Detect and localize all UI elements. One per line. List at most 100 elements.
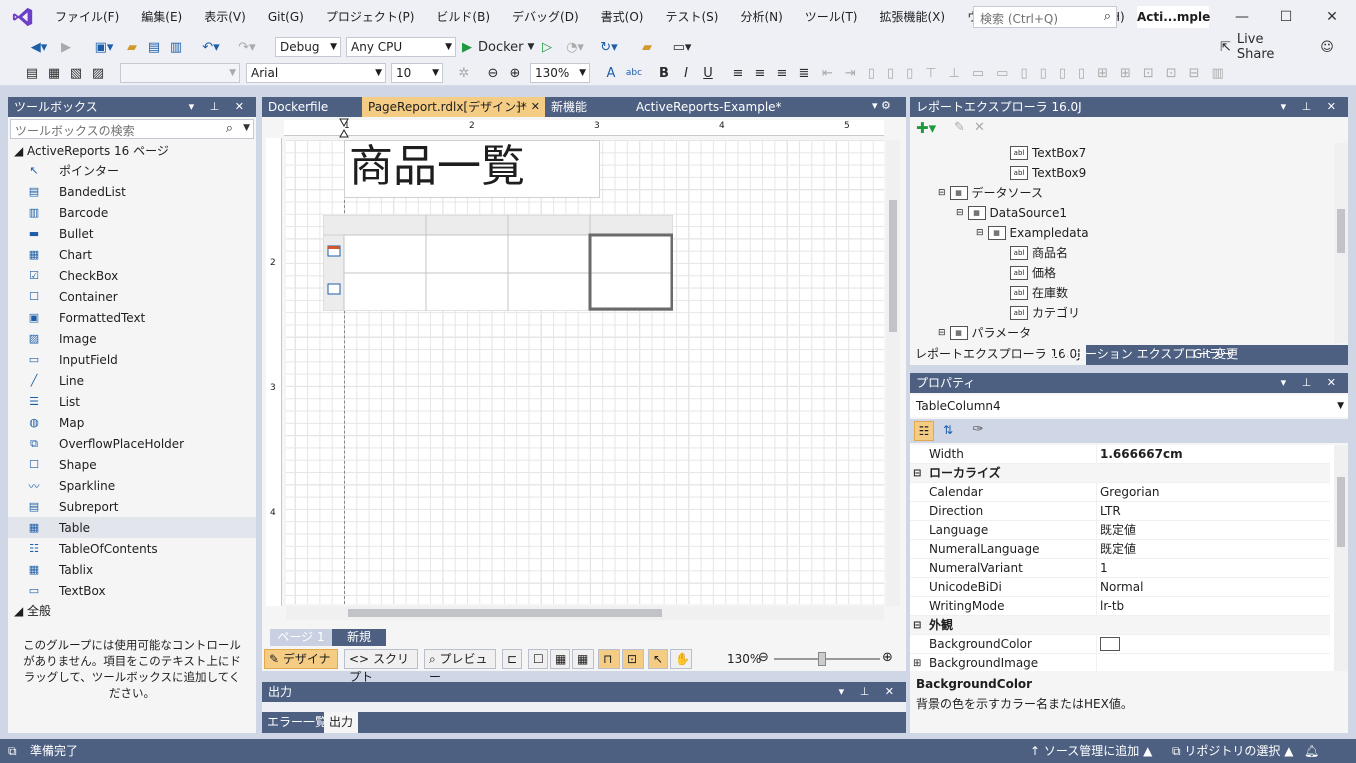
tree-item[interactable]: abl TextBox7 xyxy=(1010,143,1086,163)
pin-icon[interactable]: ⊣ xyxy=(515,98,525,116)
toolbox-item[interactable]: ▦ Tablix xyxy=(8,559,256,580)
collapse-icon[interactable]: ⊟ xyxy=(913,616,921,635)
toolbox-item[interactable]: ▥ Barcode xyxy=(8,202,256,223)
categorized-icon[interactable]: ☷ xyxy=(914,421,934,441)
solution-name-badge[interactable]: Acti...mple xyxy=(1137,6,1210,28)
hot-reload-icon[interactable]: ◔▾ xyxy=(562,37,588,57)
tree-expander-icon[interactable]: ⊟ xyxy=(956,203,964,223)
preview-mode-button[interactable]: ⌕ プレビュー xyxy=(424,649,496,684)
property-row[interactable]: Calendar Gregorian xyxy=(910,483,1330,502)
designer-vertical-scrollbar[interactable] xyxy=(886,140,900,606)
close-icon[interactable]: ✕ xyxy=(1322,6,1342,28)
color-swatch[interactable] xyxy=(1100,637,1120,651)
font-family-select[interactable]: Arial ▼ xyxy=(246,63,386,83)
close-tab-icon[interactable]: ✕ xyxy=(531,98,540,116)
menu-item[interactable]: 書式(O) xyxy=(590,0,655,34)
spell-check-icon[interactable]: abc xyxy=(624,63,644,83)
delete-icon[interactable]: ✕ xyxy=(974,120,985,135)
ruler-margin-marker-icon[interactable] xyxy=(339,118,349,138)
report-table[interactable] xyxy=(322,214,674,312)
toolbox-item[interactable]: ☷ TableOfContents xyxy=(8,538,256,559)
menu-item[interactable]: 分析(N) xyxy=(729,0,793,34)
back-icon[interactable]: ◀▾ xyxy=(22,37,56,57)
align-center-icon[interactable]: ≡ xyxy=(752,63,768,83)
panel-buttons-icon[interactable]: ▾ ⊥ ✕ xyxy=(1281,99,1342,115)
select-repository-button[interactable]: ⧉ リポジトリの選択 ▲ xyxy=(1172,739,1293,763)
snap-grid-icon[interactable]: ⊡ xyxy=(622,649,644,669)
tab-overflow-icon[interactable]: ▾ ⚙ xyxy=(872,99,891,112)
report-icon-4[interactable]: ▨ xyxy=(90,63,106,83)
property-value[interactable]: 既定値 xyxy=(1100,521,1136,540)
run-docker-button[interactable]: ▶ Docker ▼ xyxy=(462,37,538,57)
zoom-slider[interactable] xyxy=(774,658,880,660)
toolbox-group-activereports[interactable]: ◢ ActiveReports 16 ページ xyxy=(8,141,256,160)
sort-alpha-icon[interactable]: ⇅ xyxy=(938,421,958,441)
edit-icon[interactable]: ✎ xyxy=(954,120,965,135)
property-value[interactable]: Normal xyxy=(1100,578,1143,597)
tab-document[interactable]: PageReport.rdlx[デザイン]* ⊣ ✕ xyxy=(362,97,545,117)
tab-document[interactable]: Dockerfile xyxy=(262,97,362,117)
designer-mode-button[interactable]: ✎ デザイナ xyxy=(264,649,338,669)
toolbox-item[interactable]: ↖ ポインター xyxy=(8,160,256,181)
toolbox-item[interactable]: ▬ Bullet xyxy=(8,223,256,244)
save-all-icon[interactable]: ▥ xyxy=(168,37,184,57)
property-category[interactable]: ⊟ ローカライズ xyxy=(910,464,1330,483)
justify-icon[interactable]: ≣ xyxy=(796,63,812,83)
toolbox-item[interactable]: ☐ Container xyxy=(8,286,256,307)
property-value[interactable]: 1.666667cm xyxy=(1100,445,1183,464)
property-object-select[interactable]: TableColumn4 ▼ xyxy=(910,395,1348,417)
tab-error-list[interactable]: エラー一覧 xyxy=(262,712,332,733)
menu-item[interactable]: Git(G) xyxy=(257,0,315,34)
property-row[interactable]: NumeralLanguage 既定値 xyxy=(910,540,1330,559)
menu-item[interactable]: 拡張機能(X) xyxy=(868,0,956,34)
add-icon[interactable]: ✚▾ xyxy=(916,119,936,137)
tab-output[interactable]: 出力 xyxy=(324,712,359,733)
feedback-icon[interactable]: ☺ xyxy=(1318,37,1336,57)
menu-item[interactable]: ファイル(F) xyxy=(44,0,130,34)
layout-alignment-icons[interactable]: ⇤⇥▯▯▯⊤⊥▭▭▯▯▯▯⊞⊞⊡⊡⊟▥ xyxy=(822,63,1224,83)
format-painter-icon[interactable]: ✲ xyxy=(456,63,472,83)
panel-buttons-icon[interactable]: ▾ ⊥ ✕ xyxy=(189,99,250,115)
tree-item[interactable]: ⊟ ▦ DataSource1 xyxy=(956,203,1067,223)
toolbox-item[interactable]: ▦ Table xyxy=(8,517,256,538)
collapse-icon[interactable]: ⊟ xyxy=(913,464,921,483)
grid-lines-icon[interactable]: ▦ xyxy=(572,649,594,669)
menu-item[interactable]: 表示(V) xyxy=(193,0,257,34)
expand-icon[interactable]: ⊞ xyxy=(913,654,921,671)
toolbox-item[interactable]: ▤ Subreport xyxy=(8,496,256,517)
page-tab[interactable]: ページ 1 xyxy=(270,629,332,646)
zoom-in-icon[interactable]: ⊕ xyxy=(882,650,893,665)
property-row[interactable]: ⊞ BackgroundImage xyxy=(910,654,1330,671)
panel-buttons-icon[interactable]: ▾ ⊥ ✕ xyxy=(1281,375,1342,391)
tree-expander-icon[interactable]: ⊟ xyxy=(938,183,946,203)
property-row[interactable]: UnicodeBiDi Normal xyxy=(910,578,1330,597)
toolbox-item[interactable]: ▭ TextBox xyxy=(8,580,256,601)
toolbox-item[interactable]: ☰ List xyxy=(8,391,256,412)
notifications-icon[interactable]: 🔔︎ xyxy=(1304,739,1319,763)
menu-item[interactable]: デバッグ(D) xyxy=(501,0,590,34)
tree-expander-icon[interactable]: ⊟ xyxy=(938,323,946,343)
platform-select[interactable]: Any CPU ▼ xyxy=(346,37,456,57)
snap-lines-icon[interactable]: ⊓ xyxy=(598,649,620,669)
tab-document[interactable]: ActiveReports-Example* xyxy=(630,97,806,117)
grid-small-icon[interactable]: ☐ xyxy=(528,649,548,669)
configuration-select[interactable]: Debug ▼ xyxy=(275,37,341,57)
menu-item[interactable]: ビルド(B) xyxy=(425,0,501,34)
toolbox-item[interactable]: ▤ BandedList xyxy=(8,181,256,202)
tree-expander-icon[interactable]: ⊟ xyxy=(976,223,984,243)
toolbox-item[interactable]: 〰 Sparkline xyxy=(8,475,256,496)
report-page-canvas[interactable] xyxy=(286,140,884,604)
menu-item[interactable]: ツール(T) xyxy=(794,0,869,34)
add-source-control-button[interactable]: ↑ ソース管理に追加 ▲ xyxy=(1030,739,1152,763)
scrollbar-thumb[interactable] xyxy=(1337,209,1345,253)
ruler-toggle-icon[interactable]: ⊏ xyxy=(502,649,522,669)
tree-scrollbar[interactable] xyxy=(1334,143,1348,343)
bold-icon[interactable]: B xyxy=(656,63,672,83)
align-right-icon[interactable]: ≡ xyxy=(774,63,790,83)
grid-dots-icon[interactable]: ▦ xyxy=(550,649,570,669)
toolbox-item[interactable]: ☐ Shape xyxy=(8,454,256,475)
toolbox-item[interactable]: ▨ Image xyxy=(8,328,256,349)
property-pages-icon[interactable]: ✑ xyxy=(968,421,988,441)
new-page-tab[interactable]: 新規 xyxy=(332,629,386,646)
underline-icon[interactable]: U xyxy=(700,63,716,83)
